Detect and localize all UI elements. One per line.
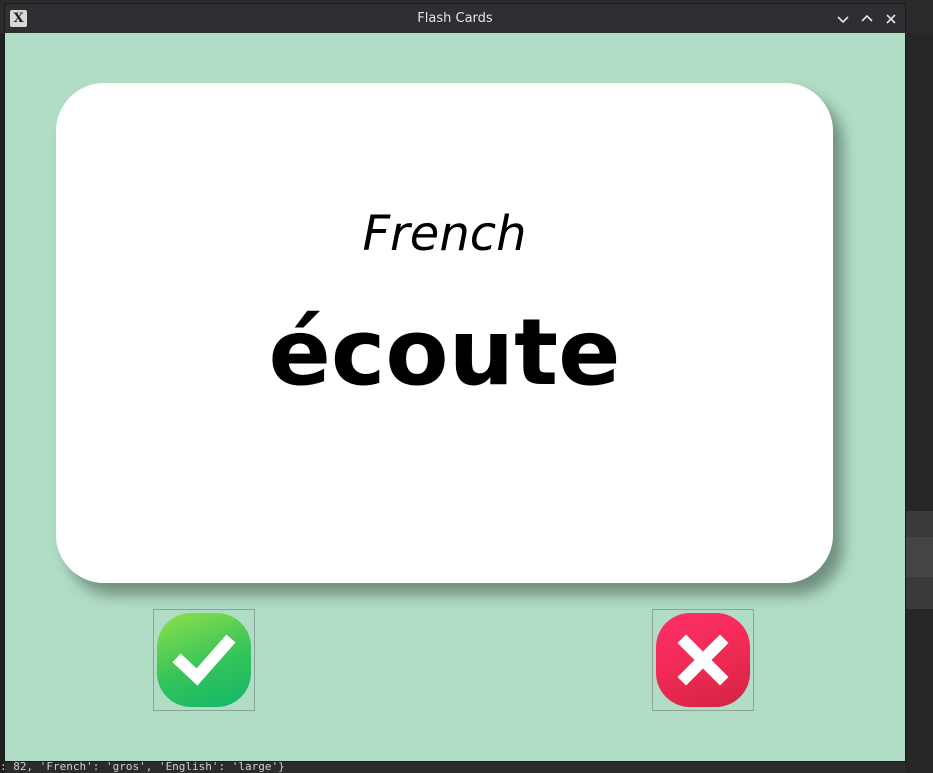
panel-band <box>905 511 933 537</box>
wrong-answer-button[interactable] <box>652 609 754 711</box>
chevron-down-icon <box>837 16 849 24</box>
editor-side-panel <box>905 33 933 773</box>
right-answer-button[interactable] <box>153 609 255 711</box>
panel-band <box>905 537 933 577</box>
chevron-up-icon <box>861 14 873 22</box>
minimize-button[interactable] <box>834 10 852 28</box>
title-bar[interactable]: X Flash Cards <box>5 4 905 33</box>
card-language: French <box>362 206 527 262</box>
flash-cards-window: X Flash Cards French écoute <box>5 4 905 761</box>
close-button[interactable] <box>882 10 900 28</box>
cross-icon <box>677 634 729 686</box>
card-word: écoute <box>268 299 621 406</box>
panel-band <box>905 577 933 609</box>
maximize-button[interactable] <box>858 10 876 28</box>
checkmark-icon <box>172 634 236 686</box>
close-icon <box>886 14 896 24</box>
flash-card: French écoute <box>56 83 833 583</box>
console-output: : 82, 'French': 'gros', 'English': 'larg… <box>0 761 285 773</box>
window-title: Flash Cards <box>417 11 493 26</box>
